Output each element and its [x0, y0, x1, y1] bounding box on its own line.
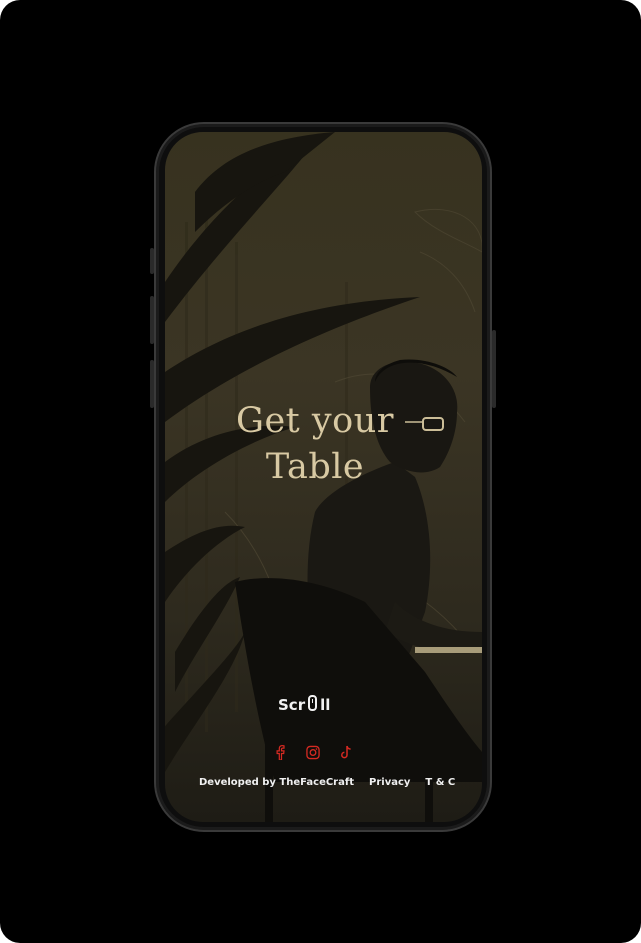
tiktok-icon[interactable] — [339, 744, 353, 760]
developer-credit-link[interactable]: Developed by TheFaceCraft — [199, 777, 354, 788]
power-button — [492, 330, 496, 408]
terms-link[interactable]: T & C — [425, 777, 455, 788]
hero-headline: Get your Table — [165, 398, 465, 490]
headline-line-2: Table — [265, 447, 365, 487]
footer: Developed by TheFaceCraft Privacy T & C — [199, 777, 455, 788]
headline-line-1: Get your — [236, 401, 394, 441]
instagram-icon[interactable] — [306, 744, 320, 760]
scroll-prefix: Scr — [278, 696, 306, 714]
social-links — [273, 744, 353, 760]
scroll-indicator[interactable]: Scr ll — [278, 695, 331, 714]
facebook-icon[interactable] — [273, 744, 287, 760]
scroll-suffix: ll — [320, 696, 331, 714]
privacy-link[interactable]: Privacy — [369, 777, 410, 788]
mouse-icon — [308, 695, 318, 711]
phone-screen: Get your Table Scr ll Developed by TheFa… — [165, 132, 482, 822]
